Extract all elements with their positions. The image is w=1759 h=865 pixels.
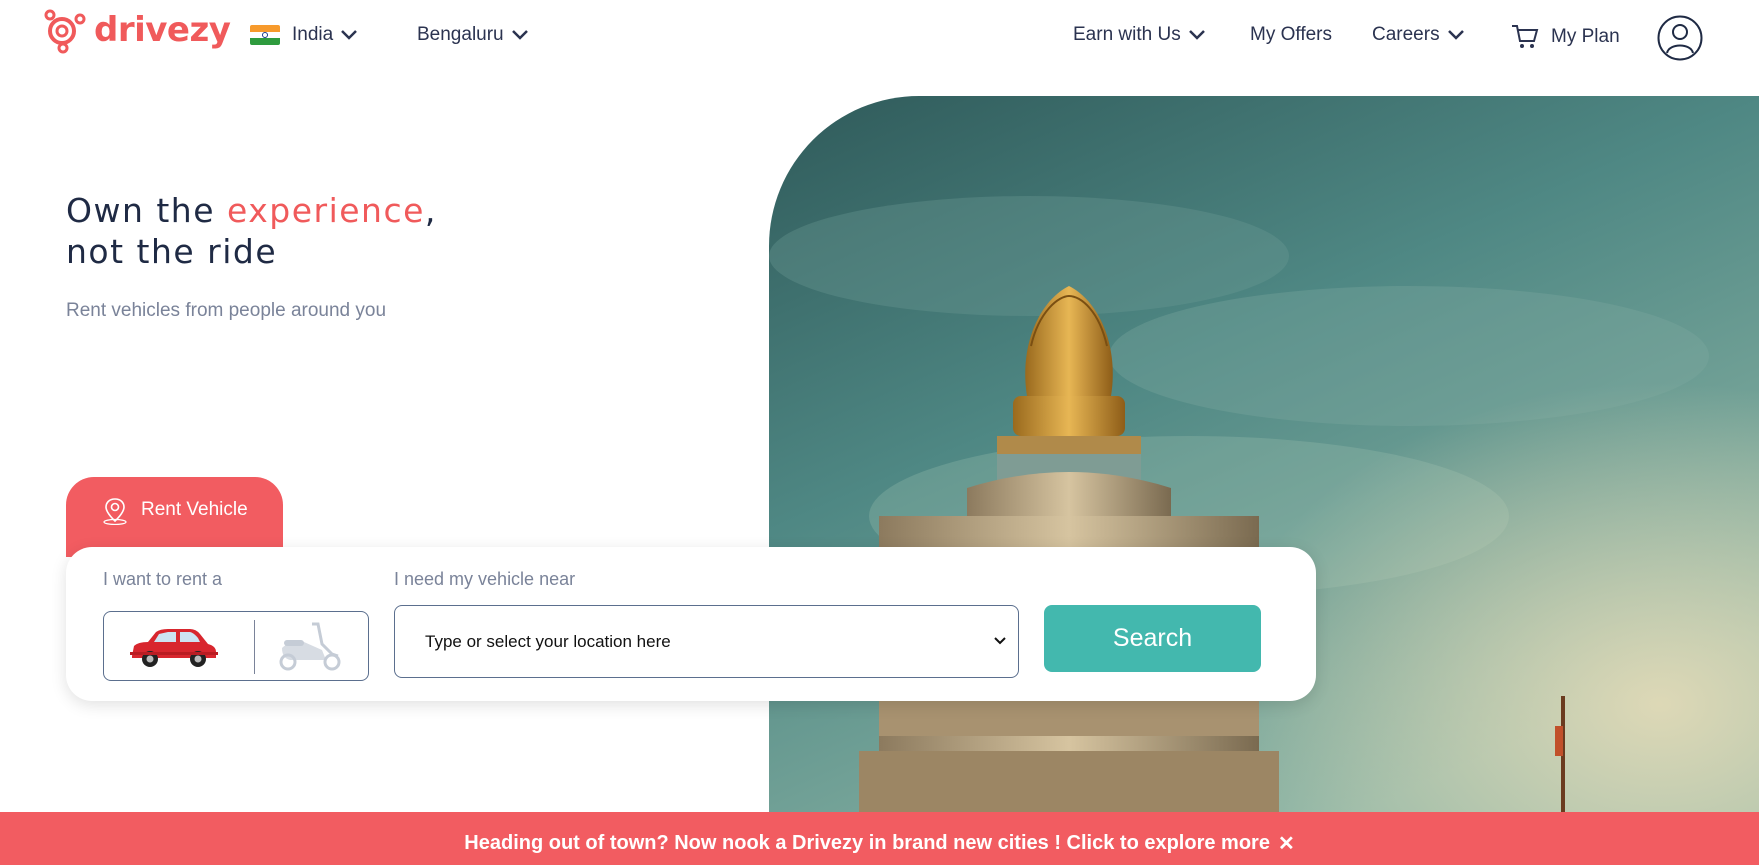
tab-rent-vehicle[interactable]: Rent Vehicle	[66, 477, 283, 557]
promo-banner-text: Heading out of town? Now nook a Drivezy …	[464, 832, 1270, 854]
page: drivezy India Bengaluru Earn with Us My …	[0, 0, 1759, 865]
logo-wordmark: drivezy	[94, 10, 231, 50]
city-label: Bengaluru	[417, 24, 504, 45]
top-navbar: drivezy India Bengaluru Earn with Us My …	[0, 0, 1759, 76]
hero-subtitle: Rent vehicles from people around you	[66, 300, 387, 321]
country-label: India	[292, 24, 334, 45]
drivezy-logo-icon	[44, 9, 86, 54]
location-pin-icon	[103, 498, 127, 525]
india-flag-icon	[250, 25, 280, 45]
chevron-down-icon	[341, 30, 358, 40]
chevron-down-icon	[511, 30, 528, 40]
my-plan-link[interactable]: My Plan	[1511, 24, 1620, 50]
tab-rent-vehicle-label: Rent Vehicle	[141, 499, 248, 520]
earn-with-us-menu[interactable]: Earn with Us	[1073, 24, 1205, 46]
hero-headline: Own the experience, not the ride	[66, 190, 437, 272]
scooter-icon[interactable]	[272, 620, 344, 672]
my-plan-label: My Plan	[1551, 26, 1620, 47]
search-button[interactable]: Search	[1044, 605, 1261, 672]
city-selector[interactable]: Bengaluru	[417, 24, 528, 46]
careers-label: Careers	[1372, 24, 1440, 45]
cart-icon	[1512, 25, 1539, 48]
rent-type-label: I want to rent a	[103, 569, 223, 589]
chevron-down-icon	[1447, 30, 1464, 40]
headline-comma: ,	[424, 191, 437, 230]
location-select[interactable]: Type or select your location here	[394, 605, 1019, 678]
country-selector[interactable]: India	[250, 24, 358, 46]
my-offers-link[interactable]: My Offers	[1250, 24, 1332, 46]
vehicle-type-selector	[103, 611, 369, 681]
hero-landmark-image	[769, 96, 1759, 812]
drivezy-logo[interactable]: drivezy	[40, 6, 231, 54]
search-card: I want to rent a I need my vehicle near	[66, 547, 1316, 701]
car-icon[interactable]	[128, 624, 220, 670]
my-offers-label: My Offers	[1250, 24, 1332, 45]
headline-line2: not the ride	[66, 232, 278, 271]
careers-menu[interactable]: Careers	[1372, 24, 1464, 46]
chevron-down-icon	[1188, 30, 1205, 40]
close-icon[interactable]: ✕	[1278, 831, 1295, 856]
location-label: I need my vehicle near	[394, 569, 576, 589]
user-avatar-icon[interactable]	[1657, 15, 1703, 61]
headline-part: Own the	[66, 191, 228, 230]
vehicle-divider	[254, 620, 255, 674]
earn-with-us-label: Earn with Us	[1073, 24, 1181, 45]
headline-accent: experience	[227, 191, 425, 230]
promo-banner[interactable]: Heading out of town? Now nook a Drivezy …	[0, 812, 1759, 865]
